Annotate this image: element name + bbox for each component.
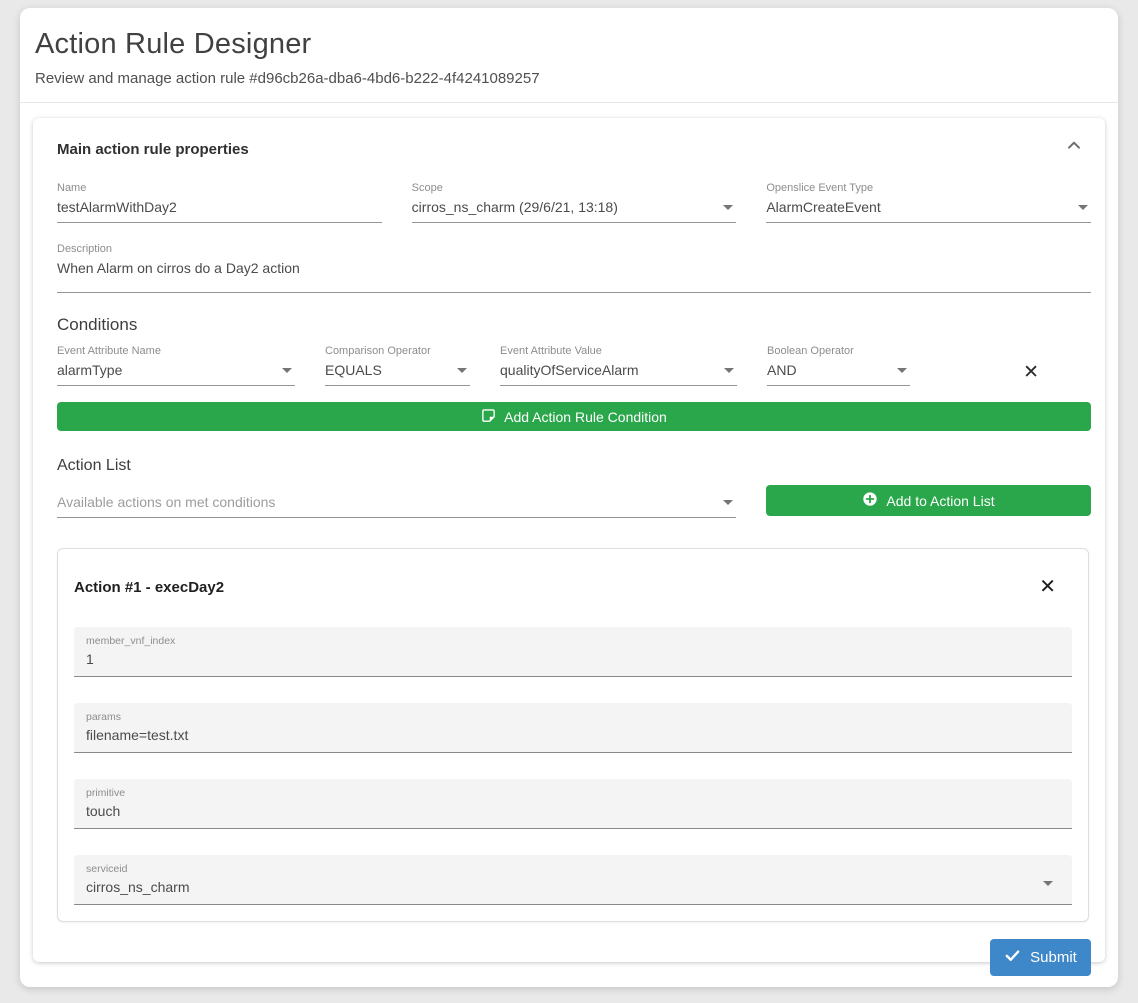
name-field[interactable]: Name testAlarmWithDay2 [57,182,382,223]
add-condition-button[interactable]: Add Action Rule Condition [57,402,1091,431]
add-to-action-list-button[interactable]: Add to Action List [766,485,1091,516]
conditions-heading: Conditions [57,315,1091,335]
add-to-action-list-label: Add to Action List [886,493,994,509]
dropdown-arrow-icon [723,205,733,210]
dropdown-arrow-icon [1043,881,1053,886]
event-attribute-value-value: qualityOfServiceAlarm [500,362,639,378]
description-value: When Alarm on cirros do a Day2 action [57,260,300,276]
page-title: Action Rule Designer [35,28,1103,61]
primitive-field[interactable]: primitive touch [74,779,1072,829]
dropdown-arrow-icon [457,368,467,373]
event-attribute-value-select[interactable]: Event Attribute Value qualityOfServiceAl… [500,345,737,386]
dropdown-arrow-icon [282,368,292,373]
condition-row: Event Attribute Name alarmType Compariso… [57,345,1091,386]
properties-row: Name testAlarmWithDay2 Scope cirros_ns_c… [57,182,1091,223]
action-list-heading: Action List [57,457,1091,475]
collapse-panel-button[interactable] [1059,132,1089,162]
action-picker-row: Available actions on met conditions Add … [57,485,1091,518]
remove-condition-button[interactable]: ✕ [1023,363,1039,382]
properties-heading: Main action rule properties [57,141,1091,158]
member-vnf-index-field[interactable]: member_vnf_index 1 [74,627,1072,677]
event-attribute-name-value: alarmType [57,362,122,378]
available-actions-placeholder: Available actions on met conditions [57,494,275,510]
description-field[interactable]: Description When Alarm on cirros do a Da… [57,243,1091,293]
action-card: Action #1 - execDay2 ✕ member_vnf_index … [57,548,1089,922]
params-value: filename=test.txt [86,727,1060,743]
dropdown-arrow-icon [724,368,734,373]
scope-value: cirros_ns_charm (29/6/21, 13:18) [412,199,618,215]
dropdown-arrow-icon [723,500,733,505]
event-type-value: AlarmCreateEvent [766,199,880,215]
page-header: Action Rule Designer Review and manage a… [20,8,1118,103]
boolean-operator-value: AND [767,362,797,378]
event-attribute-name-select[interactable]: Event Attribute Name alarmType [57,345,295,386]
boolean-operator-label: Boolean Operator [767,345,910,357]
name-label: Name [57,182,382,194]
available-actions-select[interactable]: Available actions on met conditions [57,494,736,518]
comparison-operator-select[interactable]: Comparison Operator EQUALS [325,345,470,386]
note-add-icon [481,408,496,426]
primitive-label: primitive [86,787,1060,799]
scope-label: Scope [412,182,737,194]
chevron-up-icon [1064,136,1084,159]
page-card: Action Rule Designer Review and manage a… [20,8,1118,987]
event-attribute-name-label: Event Attribute Name [57,345,295,357]
dropdown-arrow-icon [1078,205,1088,210]
submit-row: Submit [57,939,1091,976]
member-vnf-index-value: 1 [86,651,1060,667]
dropdown-arrow-icon [897,368,907,373]
checkmark-icon [1004,947,1021,968]
member-vnf-index-label: member_vnf_index [86,635,1060,647]
event-type-select[interactable]: Openslice Event Type AlarmCreateEvent [766,182,1091,223]
add-condition-button-label: Add Action Rule Condition [504,409,667,425]
submit-button-label: Submit [1030,949,1077,966]
comparison-operator-value: EQUALS [325,362,382,378]
serviceid-label: serviceid [86,863,1060,875]
remove-action-button[interactable]: ✕ [1039,577,1056,597]
rule-form-card: Main action rule properties Name testAla… [33,118,1105,962]
comparison-operator-label: Comparison Operator [325,345,470,357]
name-value: testAlarmWithDay2 [57,199,177,215]
submit-button[interactable]: Submit [990,939,1091,976]
event-attribute-value-label: Event Attribute Value [500,345,737,357]
page-subtitle: Review and manage action rule #d96cb26a-… [35,70,1103,87]
params-label: params [86,711,1060,723]
params-field[interactable]: params filename=test.txt [74,703,1072,753]
plus-circle-icon [862,491,878,510]
serviceid-value: cirros_ns_charm [86,879,1060,895]
serviceid-select[interactable]: serviceid cirros_ns_charm [74,855,1072,905]
action-title: Action #1 - execDay2 [74,579,224,596]
event-type-label: Openslice Event Type [766,182,1091,194]
description-label: Description [57,243,1091,255]
scope-select[interactable]: Scope cirros_ns_charm (29/6/21, 13:18) [412,182,737,223]
primitive-value: touch [86,803,1060,819]
boolean-operator-select[interactable]: Boolean Operator AND [767,345,910,386]
